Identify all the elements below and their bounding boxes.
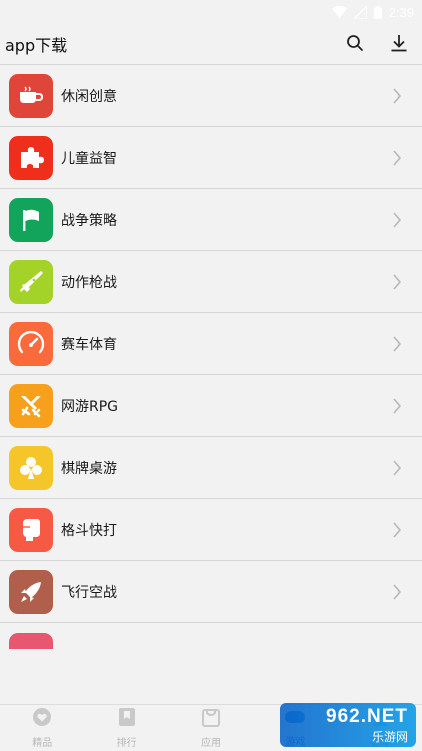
list-item-flight[interactable]: 飞行空战 xyxy=(0,561,422,623)
list-item-label: 棋牌桌游 xyxy=(61,460,117,477)
chevron-right-icon xyxy=(392,336,402,356)
list-item-label: 飞行空战 xyxy=(61,584,117,601)
tab-label: 排行 xyxy=(116,738,137,749)
chevron-right-icon xyxy=(392,398,402,418)
club-icon xyxy=(9,445,53,490)
battery-icon xyxy=(373,5,382,19)
puzzle-icon xyxy=(9,135,53,180)
chevron-right-icon xyxy=(392,460,402,480)
rifle-icon xyxy=(9,259,53,304)
bag-icon xyxy=(202,707,221,731)
bookmark-icon xyxy=(118,707,136,731)
list-item-label: 赛车体育 xyxy=(61,336,117,353)
watermark-subtitle: 乐游网 xyxy=(371,729,408,744)
list-item-kids[interactable]: 儿童益智 xyxy=(0,127,422,189)
list-item-label: 战争策略 xyxy=(61,212,117,229)
list-item-rpg[interactable]: 网游RPG xyxy=(0,375,422,437)
tab-apps[interactable]: 应用 xyxy=(169,705,253,751)
coffee-cup-icon xyxy=(9,73,53,118)
list-item-label: 动作枪战 xyxy=(61,274,117,291)
watermark: 962.NET 乐游网 xyxy=(280,703,416,747)
tab-featured[interactable]: 精品 xyxy=(0,705,84,751)
list-item-fighting[interactable]: 格斗快打 xyxy=(0,499,422,561)
list-item-label: 格斗快打 xyxy=(61,522,117,539)
list-item-label: 休闲创意 xyxy=(61,88,117,105)
download-icon[interactable] xyxy=(388,32,410,54)
chevron-right-icon xyxy=(392,522,402,542)
list-item-leisure[interactable]: 休闲创意 xyxy=(0,65,422,127)
search-icon[interactable] xyxy=(344,32,366,54)
list-item-action[interactable]: 动作枪战 xyxy=(0,251,422,313)
chevron-right-icon xyxy=(392,150,402,170)
crossed-swords-icon xyxy=(9,383,53,428)
list-item-strategy[interactable]: 战争策略 xyxy=(0,189,422,251)
status-time: 2:39 xyxy=(388,4,414,20)
app-bar: app下载 xyxy=(0,24,422,64)
chevron-right-icon xyxy=(392,274,402,294)
list-item-partial[interactable] xyxy=(0,633,422,653)
speedometer-icon xyxy=(9,321,53,366)
watermark-title: 962.NET xyxy=(326,705,408,727)
tab-label: 精品 xyxy=(32,738,53,749)
wifi-icon xyxy=(331,6,347,18)
chevron-right-icon xyxy=(392,584,402,604)
flag-icon xyxy=(9,197,53,242)
list-item-label: 儿童益智 xyxy=(61,150,117,167)
category-list: 休闲创意 儿童益智 战争策略 动作枪战 赛车体育 网游RPG 棋牌桌游 格斗快打… xyxy=(0,64,422,704)
chevron-right-icon xyxy=(392,212,402,232)
category-icon xyxy=(9,633,53,649)
chevron-right-icon xyxy=(392,88,402,108)
heart-icon xyxy=(32,707,52,731)
list-item-label: 网游RPG xyxy=(61,398,119,415)
list-item-board[interactable]: 棋牌桌游 xyxy=(0,437,422,499)
tab-ranking[interactable]: 排行 xyxy=(84,705,168,751)
rocket-icon xyxy=(9,569,53,614)
status-bar: 2:39 xyxy=(0,0,422,24)
tab-label: 应用 xyxy=(201,738,222,749)
fist-icon xyxy=(9,507,53,552)
signal-icon xyxy=(353,5,367,19)
list-item-racing[interactable]: 赛车体育 xyxy=(0,313,422,375)
page-title: app下载 xyxy=(5,36,68,55)
